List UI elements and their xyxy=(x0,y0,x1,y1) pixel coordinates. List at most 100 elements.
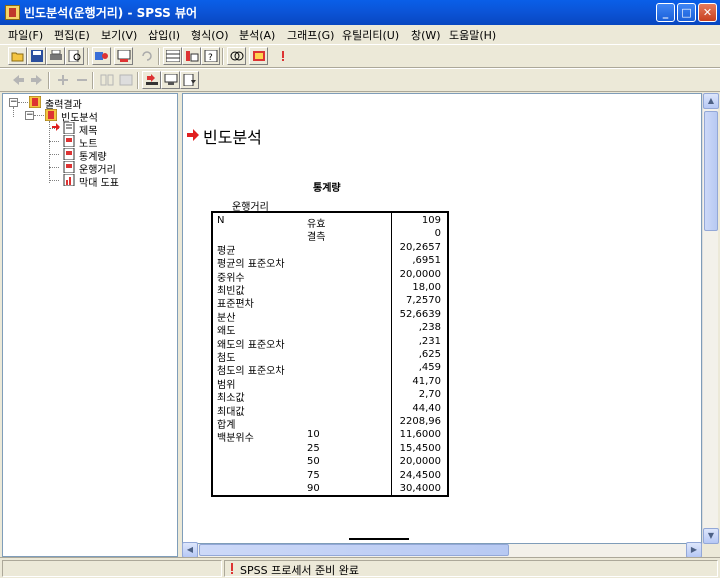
pivot-button[interactable] xyxy=(249,47,268,65)
tree-line xyxy=(49,154,59,155)
scroll-up-button[interactable]: ▲ xyxy=(703,93,719,109)
goto-case-button[interactable] xyxy=(163,47,182,65)
goto-data-button[interactable]: ? xyxy=(201,47,220,65)
notes-icon xyxy=(63,135,75,147)
row-value: 2,70 xyxy=(418,389,441,401)
menu-bar: 파일(F) 편집(E) 보기(V) 삽입(I) 형식(O) 분석(A) 그래프(… xyxy=(0,25,720,44)
book-icon xyxy=(29,96,41,108)
recall-dialog-button[interactable] xyxy=(114,47,133,65)
table-row: 왜도의 표준오차 ,231 xyxy=(213,336,447,351)
export-icon xyxy=(95,52,108,60)
close-button[interactable]: ✕ xyxy=(698,3,717,22)
row-value: ,459 xyxy=(418,362,441,374)
print-preview-button[interactable] xyxy=(65,47,84,65)
toolbar-separator xyxy=(92,72,94,89)
toolbar-separator xyxy=(137,72,139,89)
table-row: 최소값 2,70 xyxy=(213,389,447,404)
scroll-left-button[interactable]: ◀ xyxy=(182,542,198,558)
variables-button[interactable] xyxy=(182,47,201,65)
vertical-scrollbar[interactable]: ▲ ▼ xyxy=(702,93,719,544)
outline-toolbar xyxy=(0,68,720,92)
statistics-table[interactable]: N 유효 109 결측 0 평균 20,2657 평균의 표준오차 ,6951 중위수 20,000… xyxy=(211,211,449,497)
open-button[interactable] xyxy=(8,47,27,65)
menu-window[interactable]: 창(W) xyxy=(411,27,441,43)
menu-utilities[interactable]: 유틸리티(U) xyxy=(342,27,399,43)
spss-app-icon[interactable] xyxy=(5,5,20,20)
hide-icon xyxy=(119,74,133,86)
alert-icon xyxy=(282,51,284,61)
row-value: 30,4000 xyxy=(399,483,441,494)
menu-graphs[interactable]: 그래프(G) xyxy=(287,27,334,43)
window-title: 빈도분석(운행거리) - SPSS 뷰어 xyxy=(24,6,198,20)
table-row: 합계 2208,96 xyxy=(213,416,447,431)
current-item-arrow-icon xyxy=(52,123,60,131)
scroll-down-button[interactable]: ▼ xyxy=(703,528,719,544)
tree-line xyxy=(49,180,59,181)
forward-button[interactable] xyxy=(27,71,46,89)
menu-edit[interactable]: 편집(E) xyxy=(54,27,90,43)
expand-icon xyxy=(58,75,68,85)
expand-button[interactable] xyxy=(53,71,72,89)
row-value: ,238 xyxy=(418,322,441,334)
insert-cases-button[interactable] xyxy=(227,47,246,65)
horizontal-scroll-thumb[interactable] xyxy=(199,544,509,556)
collapse-toggle[interactable]: − xyxy=(25,111,34,120)
insert-text-button[interactable] xyxy=(180,71,199,89)
table-row: 평균 20,2657 xyxy=(213,241,447,257)
collapse-toggle[interactable]: − xyxy=(9,98,18,107)
menu-help[interactable]: 도움말(H) xyxy=(449,27,496,43)
undo-button[interactable] xyxy=(137,47,156,65)
row-value: 20,0000 xyxy=(399,456,441,468)
scroll-right-button[interactable]: ▶ xyxy=(686,542,702,558)
menu-file[interactable]: 파일(F) xyxy=(8,27,43,43)
outline-pane[interactable]: − 출력결과 − 빈도분석 제목 노트 통계량 운행거리 막대 도표 xyxy=(2,93,178,557)
insert-title-button[interactable] xyxy=(161,71,180,89)
insert-cases-icon xyxy=(230,51,244,61)
toolbar-separator xyxy=(158,48,160,65)
document-icon xyxy=(63,122,75,134)
standard-toolbar: ? xyxy=(0,44,720,68)
minimize-button[interactable]: _ xyxy=(656,3,675,22)
status-panel-main: SPSS 프로세서 준비 완료 xyxy=(224,560,718,577)
back-button[interactable] xyxy=(8,71,27,89)
maximize-button[interactable]: □ xyxy=(677,3,696,22)
row-sublabel: 90 xyxy=(307,483,320,494)
statistics-table-title: 통계량 xyxy=(313,183,341,194)
print-button[interactable] xyxy=(46,47,65,65)
show-button[interactable] xyxy=(97,71,116,89)
table-icon xyxy=(63,161,75,173)
table-row: 첨도의 표준오차 ,459 xyxy=(213,362,447,377)
save-icon xyxy=(31,50,43,62)
tree-line xyxy=(13,107,14,117)
menu-insert[interactable]: 삽입(I) xyxy=(148,27,180,43)
tree-line xyxy=(49,167,59,168)
row-value: 20,2657 xyxy=(399,241,441,253)
title-bar: 빈도분석(운행거리) - SPSS 뷰어 _ □ ✕ xyxy=(0,0,720,25)
table-row: 중위수 20,0000 xyxy=(213,269,447,284)
row-value: 24,4500 xyxy=(399,469,441,481)
next-table-fragment xyxy=(349,538,409,542)
save-button[interactable] xyxy=(27,47,46,65)
toolbar-separator xyxy=(87,48,89,65)
export-button[interactable] xyxy=(92,47,111,65)
status-text: SPSS 프로세서 준비 완료 xyxy=(240,564,360,577)
menu-analyze[interactable]: 분석(A) xyxy=(239,27,275,43)
back-icon xyxy=(13,75,24,85)
hide-button[interactable] xyxy=(116,71,135,89)
vertical-scroll-thumb[interactable] xyxy=(704,111,718,231)
menu-view[interactable]: 보기(V) xyxy=(101,27,137,43)
status-panel-left xyxy=(2,560,222,577)
output-content-pane[interactable]: 빈도분석 통계량 운행거리 N 유효 109 결측 0 평균 20,2657 평균의 표준오차… xyxy=(182,93,702,544)
open-icon xyxy=(11,52,24,62)
designate-window-button[interactable] xyxy=(273,47,292,65)
table-row: 왜도 ,238 xyxy=(213,322,447,337)
menu-format[interactable]: 형식(O) xyxy=(191,27,228,43)
horizontal-scrollbar[interactable]: ◀ ▶ xyxy=(182,542,702,558)
row-value: 109 xyxy=(421,215,441,226)
collapse-button[interactable] xyxy=(72,71,91,89)
row-sublabel: 50 xyxy=(307,456,320,468)
table-row: 25 15,4500 xyxy=(213,443,447,456)
table-row: 50 20,0000 xyxy=(213,456,447,469)
table-row: 75 24,4500 xyxy=(213,470,447,483)
insert-heading-button[interactable] xyxy=(142,71,161,89)
